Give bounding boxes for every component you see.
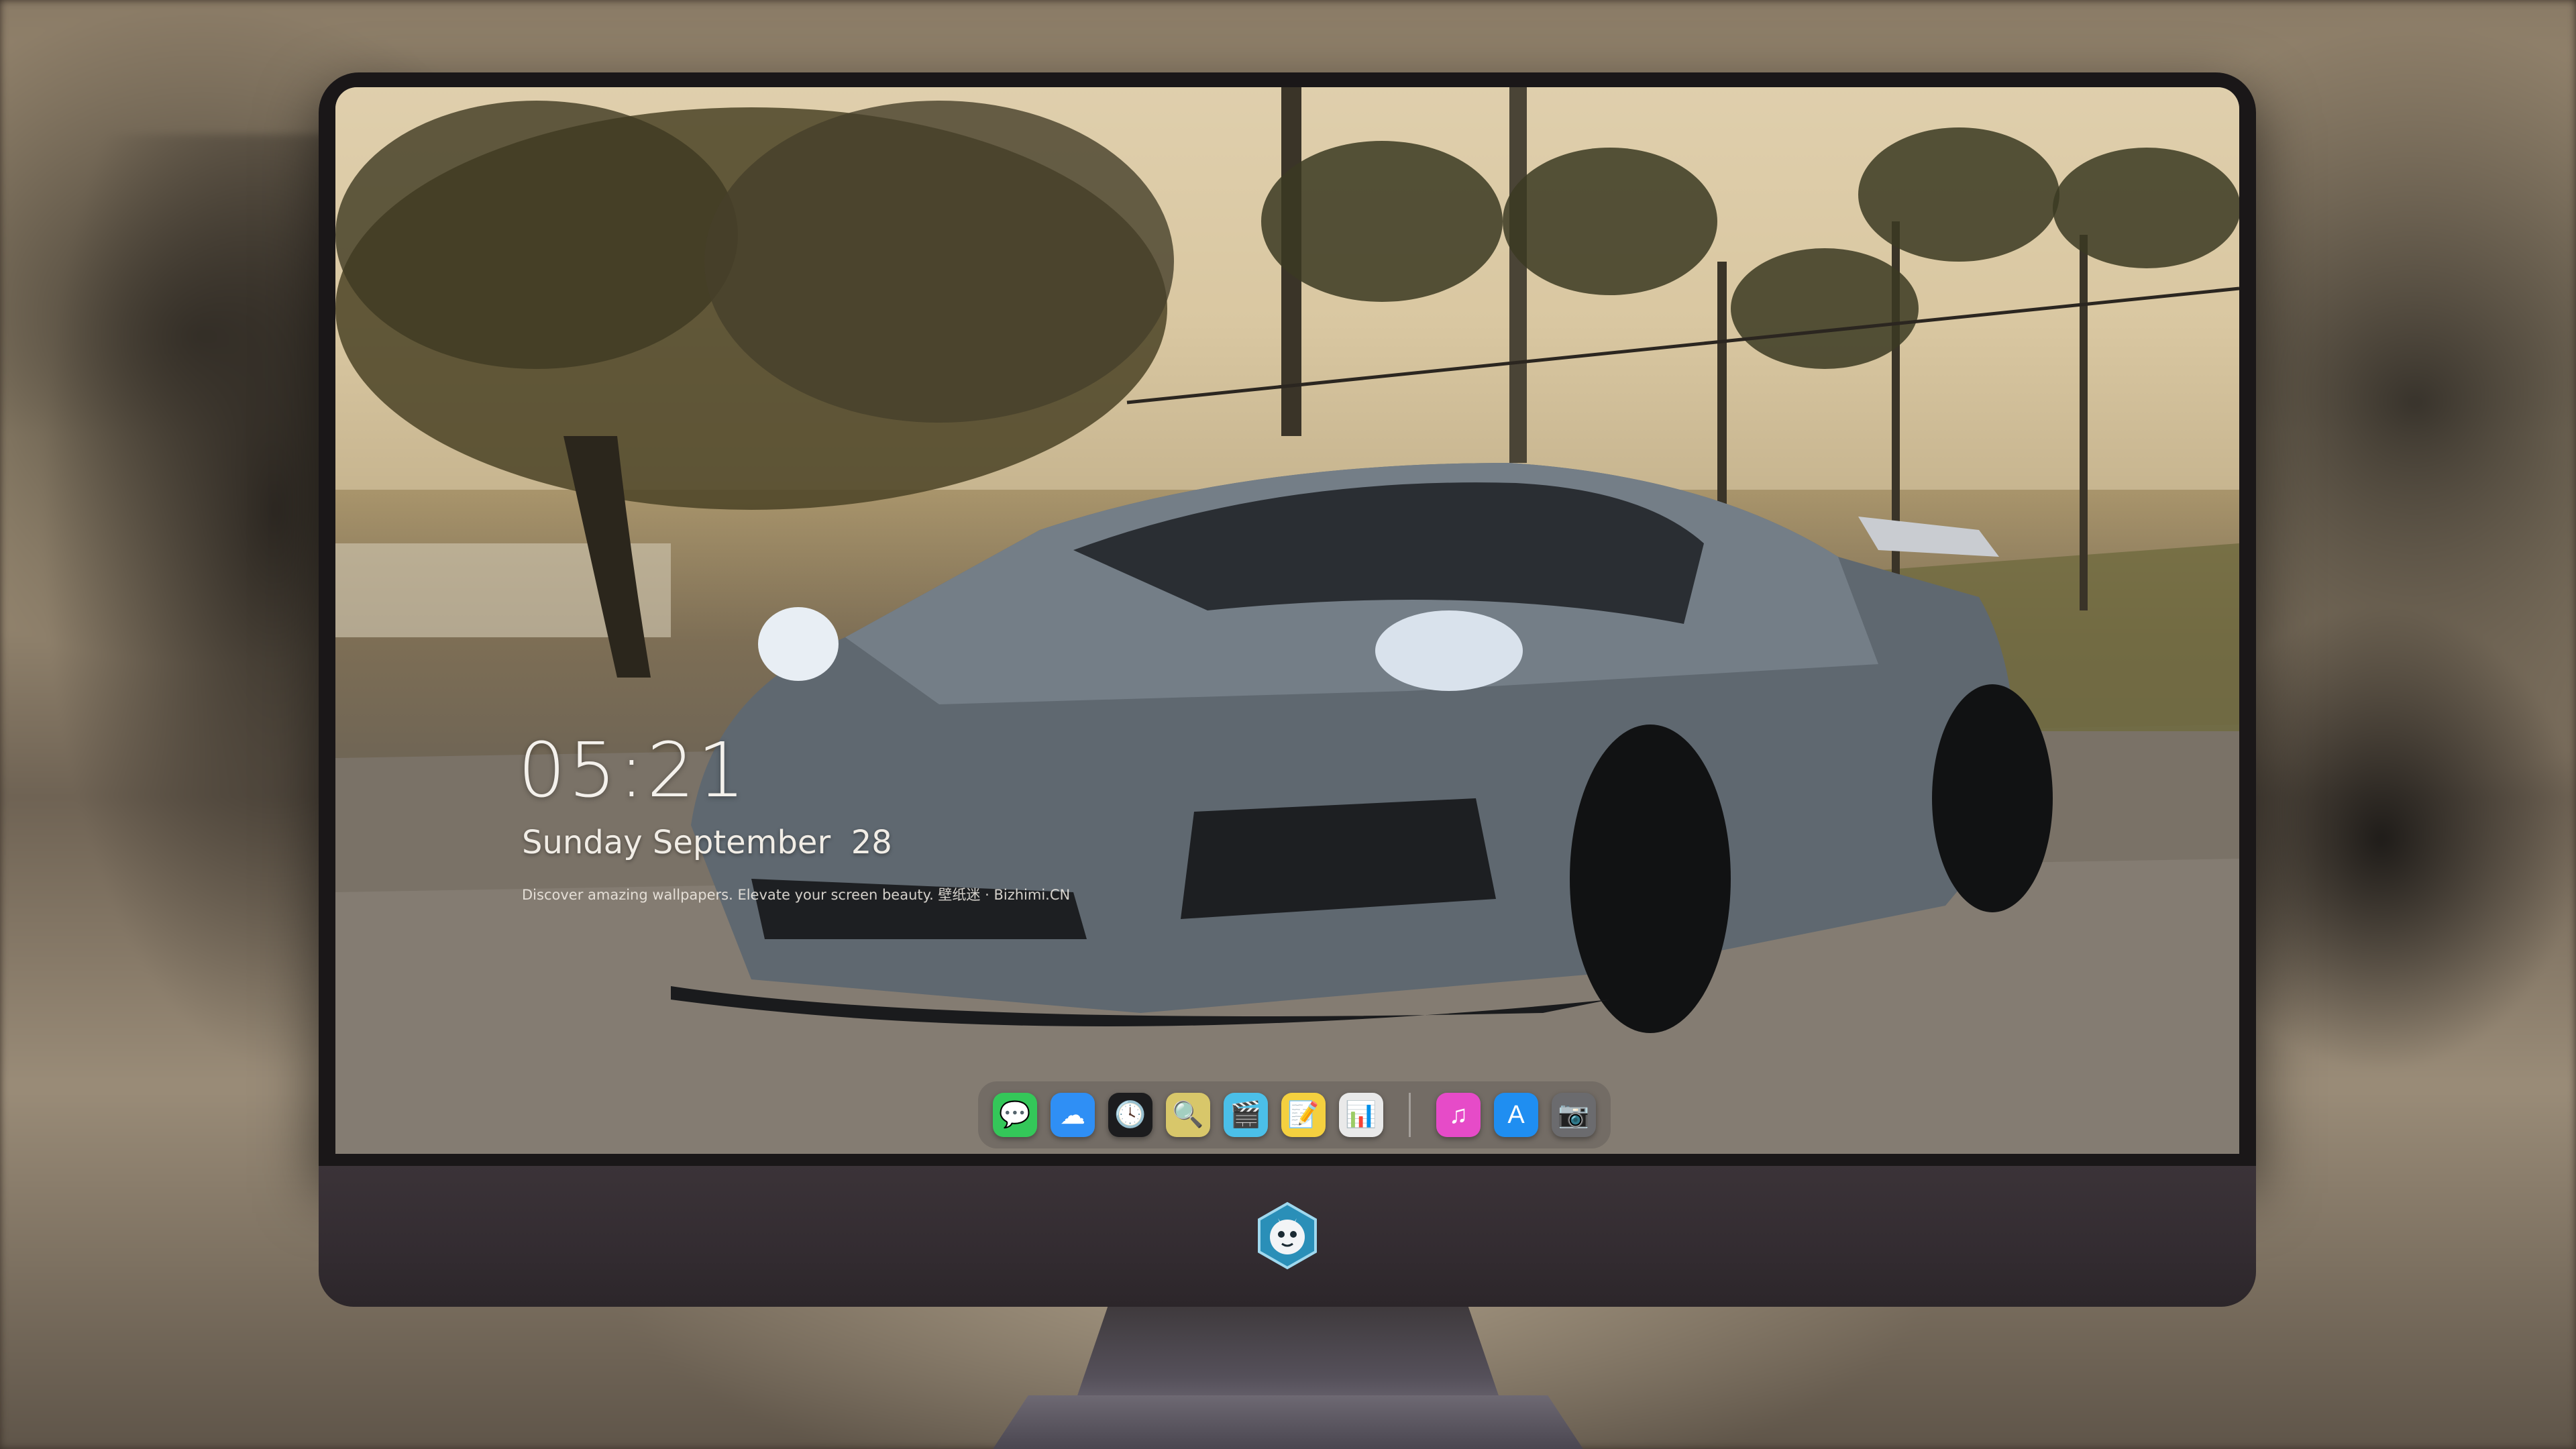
messages-icon[interactable]: 💬 — [993, 1093, 1037, 1137]
clock-icon[interactable]: 🕓 — [1108, 1093, 1152, 1137]
dock: 💬 ☁ 🕓 🔍 🎬 📝 📊 ♫ A 📷 — [978, 1081, 1611, 1148]
app-store-icon[interactable]: A — [1494, 1093, 1538, 1137]
preview-icon[interactable]: 🔍 — [1166, 1093, 1210, 1137]
lock-screen-date: Sunday September 28 — [522, 824, 892, 861]
dock-separator — [1409, 1093, 1411, 1137]
monitor-stand-base — [993, 1395, 1583, 1449]
wallpaper-scene — [335, 87, 2239, 1154]
wallpaper-tagline: Discover amazing wallpapers. Elevate you… — [522, 887, 1071, 903]
clips-icon[interactable]: 🎬 — [1224, 1093, 1268, 1137]
itunes-icon[interactable]: ♫ — [1436, 1093, 1481, 1137]
photo-booth-icon[interactable]: 📊 — [1339, 1093, 1383, 1137]
weather-icon[interactable]: ☁ — [1051, 1093, 1095, 1137]
screen-wallpaper — [335, 87, 2239, 1154]
monitor-stand-neck — [1073, 1307, 1503, 1407]
notes-icon[interactable]: 📝 — [1281, 1093, 1326, 1137]
lock-screen-time: 05:21 — [518, 727, 748, 814]
brand-logo-icon — [1258, 1201, 1317, 1270]
camera-icon[interactable]: 📷 — [1552, 1093, 1596, 1137]
